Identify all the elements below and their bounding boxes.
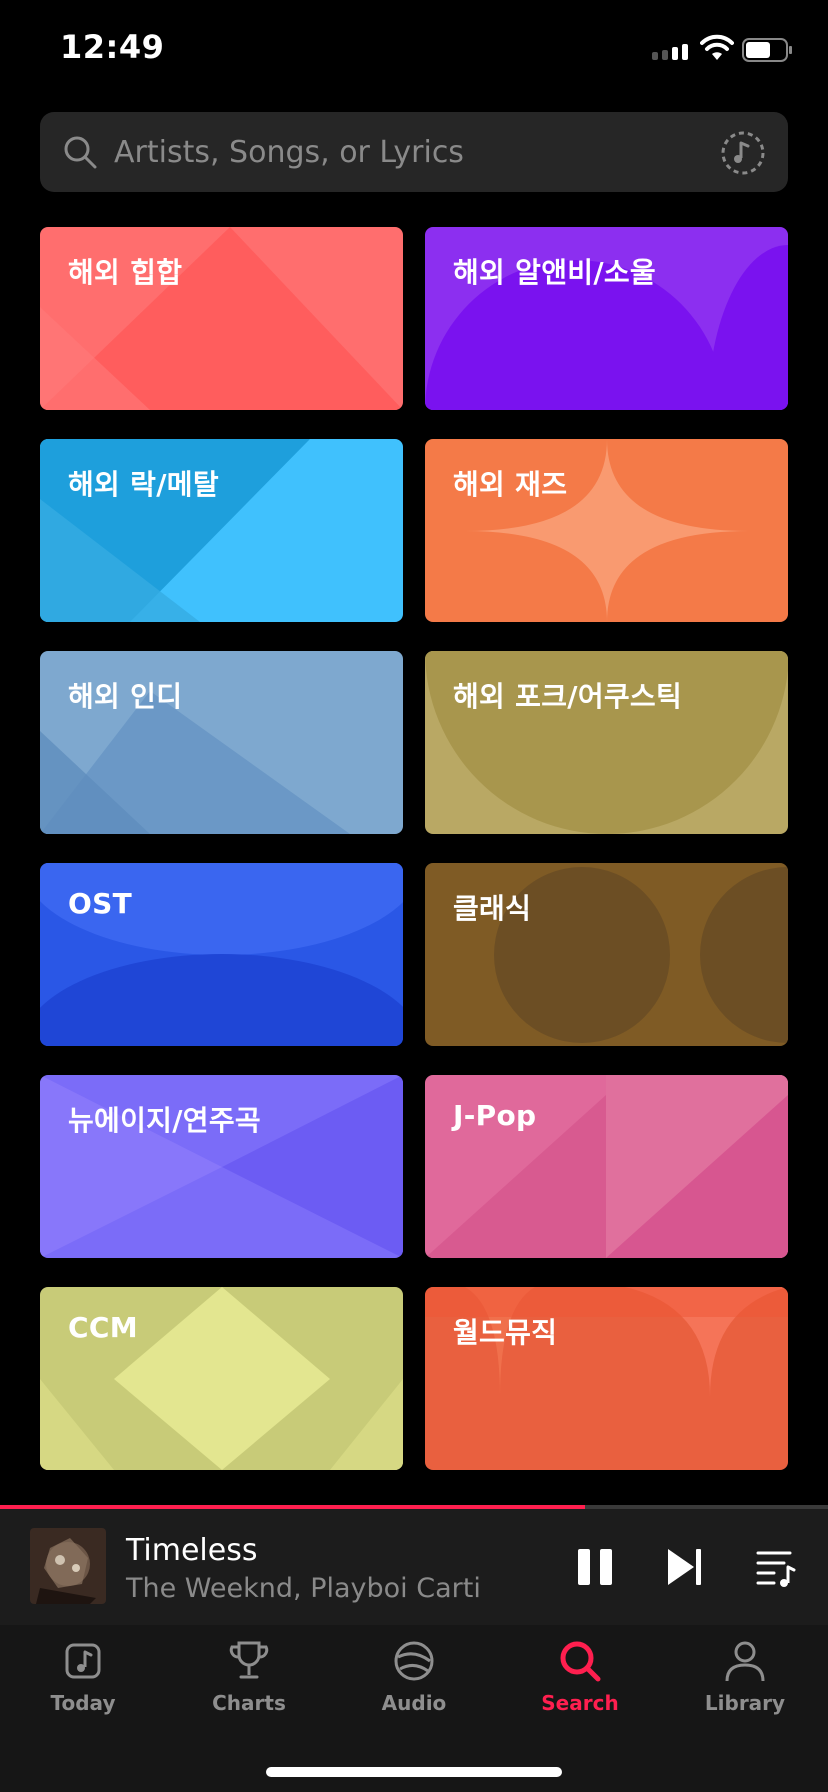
search-icon [560, 1641, 601, 1682]
tab-label: Charts [212, 1691, 286, 1715]
album-art[interactable] [30, 1528, 106, 1604]
genre-label: J-Pop [453, 1099, 537, 1132]
genre-tile-jpop[interactable]: J-Pop [425, 1075, 788, 1258]
genre-label: 해외 락/메탈 [68, 468, 219, 501]
genre-tile-new-age[interactable]: 뉴에이지/연주곡 [40, 1075, 403, 1258]
trophy-icon [229, 1641, 269, 1679]
genre-tile-world-music[interactable]: 월드뮤직 [425, 1287, 788, 1470]
mini-player[interactable]: Timeless The Weeknd, Playboi Carti [0, 1509, 828, 1625]
tab-charts[interactable]: Charts [166, 1625, 332, 1725]
tab-today[interactable]: Today [0, 1625, 166, 1725]
genre-label: 해외 재즈 [453, 468, 568, 501]
person-icon [725, 1641, 765, 1682]
genre-label: 해외 알앤비/소울 [453, 256, 656, 289]
cellular-signal-icon [652, 44, 688, 60]
genre-label: 클래식 [453, 892, 532, 925]
search-icon [64, 136, 97, 169]
genre-label: 월드뮤직 [453, 1316, 558, 1349]
genre-tile-jazz[interactable]: 해외 재즈 [425, 439, 788, 622]
tab-bar: Today Charts Audio Search Library [0, 1625, 828, 1792]
genre-label: 해외 인디 [68, 680, 183, 713]
genre-tile-rnb-soul[interactable]: 해외 알앤비/소울 [425, 227, 788, 410]
genre-label: 해외 포크/어쿠스틱 [453, 680, 683, 713]
genre-tile-rock-metal[interactable]: 해외 락/메탈 [40, 439, 403, 622]
tab-label: Search [541, 1691, 619, 1715]
track-artist: The Weeknd, Playboi Carti [126, 1573, 481, 1604]
genre-tile-ost[interactable]: OST [40, 863, 403, 1046]
battery-icon [742, 38, 792, 62]
tab-library[interactable]: Library [662, 1625, 828, 1725]
genre-tile-folk-acoustic[interactable]: 해외 포크/어쿠스틱 [425, 651, 788, 834]
genre-tile-classical[interactable]: 클래식 [425, 863, 788, 1046]
search-bar[interactable] [40, 112, 788, 192]
genre-tile-ccm[interactable]: CCM [40, 1287, 403, 1470]
tab-search[interactable]: Search [497, 1625, 663, 1725]
pause-button[interactable] [574, 1545, 616, 1589]
genre-label: 해외 힙합 [68, 256, 183, 289]
home-indicator [266, 1767, 562, 1777]
music-note-icon [65, 1643, 101, 1679]
tab-label: Library [704, 1691, 786, 1715]
genre-tile-indie[interactable]: 해외 인디 [40, 651, 403, 834]
genre-label: 뉴에이지/연주곡 [68, 1104, 261, 1137]
genre-label: OST [68, 887, 132, 920]
globe-icon [394, 1641, 434, 1681]
music-recognition-icon[interactable] [720, 130, 766, 176]
wifi-icon [700, 34, 734, 60]
tab-label: Today [50, 1691, 116, 1715]
tab-label: Audio [381, 1691, 447, 1715]
status-time: 12:49 [60, 28, 165, 66]
genre-label: CCM [68, 1311, 138, 1344]
track-title: Timeless [126, 1533, 258, 1568]
next-track-button[interactable] [664, 1545, 706, 1589]
status-bar: 12:49 [0, 0, 828, 100]
playlist-queue-button[interactable] [754, 1545, 798, 1589]
genre-tile-hiphop[interactable]: 해외 힙합 [40, 227, 403, 410]
search-input[interactable] [114, 112, 694, 192]
tab-audio[interactable]: Audio [331, 1625, 497, 1725]
